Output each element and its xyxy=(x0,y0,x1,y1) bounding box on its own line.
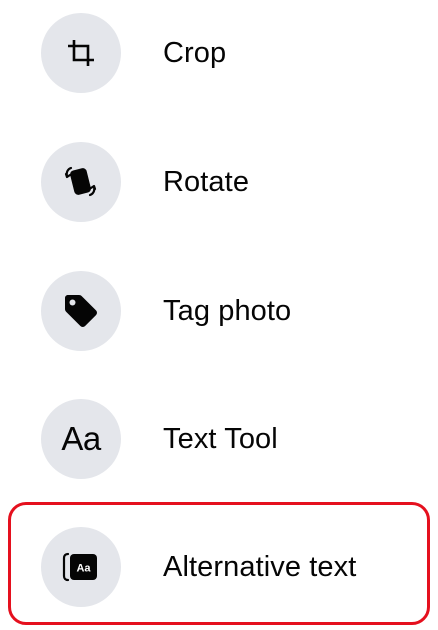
text-tool-icon: Aa xyxy=(61,420,101,457)
menu-item-label: Crop xyxy=(163,36,227,69)
tag-icon xyxy=(65,295,97,327)
tag-icon-button xyxy=(41,271,121,351)
menu-item-label: Alternative text xyxy=(163,550,357,583)
text-tool-icon-button: Aa xyxy=(41,399,121,479)
menu-item-crop[interactable]: Crop xyxy=(0,0,438,115)
menu-item-alternative-text[interactable]: Aa Alternative text xyxy=(0,505,438,629)
crop-icon xyxy=(68,40,94,66)
menu-item-rotate[interactable]: Rotate xyxy=(0,120,438,244)
menu-item-label: Tag photo xyxy=(163,294,292,327)
rotate-icon xyxy=(64,166,97,197)
alt-text-icon-button: Aa xyxy=(41,527,121,607)
menu-item-label: Text Tool xyxy=(163,422,278,455)
alt-text-icon: Aa xyxy=(62,552,97,582)
alt-text-icon-label: Aa xyxy=(76,563,91,575)
menu-item-label: Rotate xyxy=(163,165,250,198)
menu-item-text-tool[interactable]: Aa Text Tool xyxy=(0,377,438,501)
crop-icon-button xyxy=(41,13,121,93)
rotate-icon-button xyxy=(41,142,121,222)
photo-edit-menu: Crop Rotate Tag photo Aa Text Tool Aa Al… xyxy=(0,0,438,630)
menu-item-tag-photo[interactable]: Tag photo xyxy=(0,249,438,373)
